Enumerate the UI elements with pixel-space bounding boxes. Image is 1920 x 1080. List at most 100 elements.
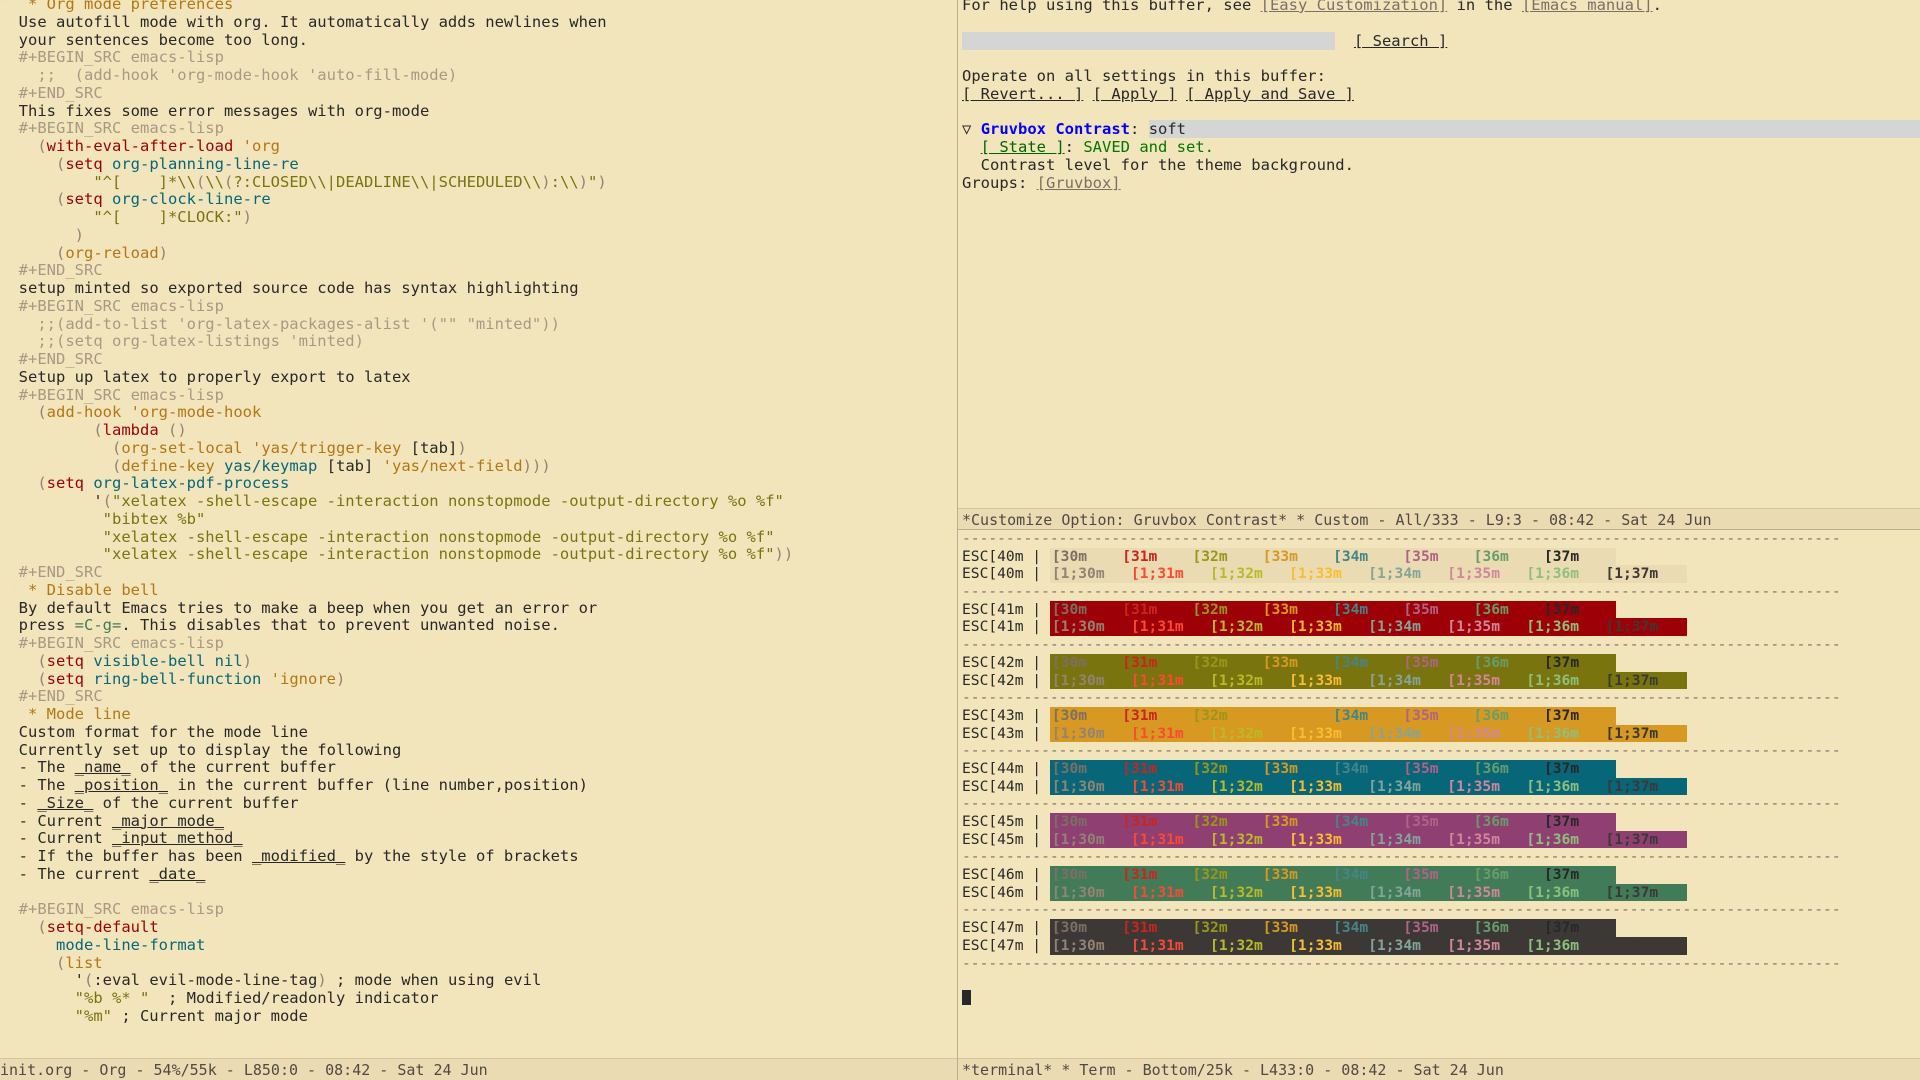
org-line: "^[ ]*\\(\\(?:CLOSED\\|DEADLINE\\|SCHEDU… [93, 172, 607, 191]
terminal-modeline: *terminal* * Term - Bottom/25k - L433:0 … [958, 1058, 1920, 1080]
org-line: (setq ring-bell-function 'ignore) [37, 669, 346, 688]
search-input[interactable] [962, 31, 1336, 50]
ansi-swatch: [1;30m [1;31m [1;32m [1;33m [1;34m [1;35… [1049, 565, 1687, 584]
ansi-row-normal: ESC[41m | [30m [31m [32m [33m [34m [35m … [962, 600, 1617, 619]
ansi-row-bold: ESC[44m | [1;30m [1;31m [1;32m [1;33m [1… [962, 777, 1687, 796]
operate-label: Operate on all settings in this buffer: [962, 67, 1326, 85]
ansi-swatch: [1;30m [1;31m [1;32m [1;33m [1;34m [1;35… [1049, 936, 1687, 955]
org-line: (lambda () [93, 421, 187, 439]
emacs-manual-link[interactable]: [Emacs manual] [1522, 0, 1653, 14]
terminal-buffer-window[interactable]: ----------------------------------------… [958, 530, 1920, 1080]
org-line: "%m" ; Current major mode [74, 1006, 308, 1025]
org-line: #+BEGIN_SRC emacs-lisp [18, 296, 224, 315]
state-button[interactable]: [ State ] [981, 138, 1065, 156]
ansi-row-divider: ----------------------------------------… [962, 954, 1841, 972]
org-line: your sentences become too long. [18, 30, 308, 49]
org-line: - Current _major mode_ [18, 811, 224, 830]
org-line: #+BEGIN_SRC emacs-lisp [18, 634, 224, 652]
customize-buttons-row: [ Revert... ] [ Apply ] [ Apply and Save… [962, 85, 1920, 104]
customize-line [962, 15, 1920, 33]
apply-and-save-button[interactable]: [ Apply and Save ] [1186, 85, 1354, 103]
ansi-row-divider: ----------------------------------------… [962, 795, 1841, 813]
terminal-prompt-line [962, 989, 1920, 1008]
ansi-row-normal: ESC[43m | [30m [31m [32m [33m [34m [35m … [962, 706, 1617, 725]
org-line: (add-hook 'org-mode-hook [37, 403, 262, 422]
org-line: "^[ ]*CLOCK:") [93, 208, 252, 226]
ansi-swatch: [30m [31m [32m [33m [34m [35m [36m [37m [1049, 600, 1617, 619]
org-line: ) [74, 225, 84, 244]
customize-line [962, 50, 1920, 68]
org-line: - The current _date_ [18, 864, 206, 883]
ansi-swatch: [30m [31m [32m [33m [34m [35m [36m [37m [1049, 653, 1617, 672]
org-line: ;;(setq org-latex-listings 'minted) [37, 332, 364, 351]
search-button[interactable]: [ Search ] [1354, 32, 1447, 50]
ansi-row-normal: ESC[40m | [30m [31m [32m [33m [34m [35m … [962, 547, 1617, 566]
org-line: mode-line-format [56, 935, 206, 954]
terminal-cursor [962, 989, 971, 1005]
ansi-row-divider: ----------------------------------------… [962, 742, 1841, 760]
ansi-swatch: [30m [31m [32m [33m [34m [35m [36m [37m [1049, 919, 1617, 937]
org-buffer-text[interactable]: **** Org mode preferences Use autofill m… [0, 0, 958, 1026]
ansi-row-normal: ESC[46m | [30m [31m [32m [33m [34m [35m … [962, 866, 1617, 884]
org-line: (setq org-clock-line-re [56, 190, 271, 209]
ansi-row-divider: ----------------------------------------… [962, 636, 1841, 654]
org-line: "bibtex %b" [102, 509, 206, 528]
org-line [0, 884, 958, 902]
ansi-row-bold: ESC[46m | [1;30m [1;31m [1;32m [1;33m [1… [962, 883, 1687, 902]
ansi-swatch: [30m [31m [32m [33m [34m [35m [36m [37m [1049, 813, 1617, 831]
org-line: #+END_SRC [18, 563, 103, 581]
ansi-row-bold: ESC[47m | [1;30m [1;31m [1;32m [1;33m [1… [962, 936, 1687, 955]
ansi-row-normal: ESC[44m | [30m [31m [32m [33m [34m [35m … [962, 759, 1617, 778]
org-line: #+BEGIN_SRC emacs-lisp [18, 385, 224, 404]
org-line: Setup up latex to properly export to lat… [18, 367, 411, 386]
org-buffer-window[interactable]: **** Org mode preferences Use autofill m… [0, 0, 958, 1080]
org-line: (list [56, 953, 103, 972]
org-line: "xelatex -shell-escape -interaction nons… [102, 527, 775, 546]
org-line: "xelatex -shell-escape -interaction nons… [102, 545, 794, 564]
org-line: #+END_SRC [18, 350, 103, 368]
org-line: '("xelatex -shell-escape -interaction no… [0, 492, 784, 510]
customize-buffer-text[interactable]: For help using this buffer, see [Easy Cu… [962, 0, 1920, 192]
org-line: Use autofill mode with org. It automatic… [18, 12, 607, 31]
option-doc: Contrast level for the theme background. [980, 155, 1354, 174]
org-line: (setq visible-bell nil) [37, 651, 253, 670]
customize-search-row: [ Search ] [962, 31, 1920, 51]
org-line: #+BEGIN_SRC emacs-lisp [18, 119, 224, 138]
ansi-row-normal: ESC[45m | [30m [31m [32m [33m [34m [35m … [962, 813, 1617, 831]
right-window-column: For help using this buffer, see [Easy Cu… [958, 0, 1920, 1080]
org-line: "%b %* " ; Modified/readonly indicator [74, 989, 439, 1007]
org-line: - _Size_ of the current buffer [18, 793, 299, 812]
gruvbox-group-link[interactable]: [Gruvbox] [1037, 174, 1121, 192]
collapse-triangle-icon[interactable]: ▽ [962, 120, 971, 138]
org-line: (org-set-local 'yas/trigger-key [tab]) [111, 438, 467, 457]
customize-state-row: [ State ]: SAVED and set. [980, 138, 1214, 156]
org-line: #+END_SRC [18, 261, 103, 280]
org-line: **** Org mode preferences [0, 0, 234, 13]
ansi-row-divider: ----------------------------------------… [962, 848, 1841, 866]
org-line: (org-reload) [56, 243, 169, 262]
ansi-row-bold: ESC[42m | [1;30m [1;31m [1;32m [1;33m [1… [962, 671, 1687, 690]
ansi-swatch: [1;30m [1;31m [1;32m [1;33m [1;34m [1;35… [1049, 883, 1687, 902]
org-line: - Current _input method_ [18, 829, 243, 848]
ansi-row-divider: ----------------------------------------… [962, 530, 1841, 547]
org-line: (with-eval-after-load 'org [37, 137, 280, 155]
org-line: setup minted so exported source code has… [18, 279, 579, 297]
org-line: Custom format for the mode line [18, 722, 308, 741]
apply-button[interactable]: [ Apply ] [1093, 85, 1177, 103]
ansi-swatch: [30m [31m [32m [33m [34m [35m [36m [37m [1049, 866, 1617, 884]
revert-button[interactable]: [ Revert... ] [962, 85, 1083, 103]
org-line: press =C-g=. This disables that to preve… [18, 616, 560, 635]
ansi-row-bold: ESC[41m | [1;30m [1;31m [1;32m [1;33m [1… [962, 618, 1687, 637]
customize-buffer-window[interactable]: For help using this buffer, see [Easy Cu… [958, 0, 1920, 530]
option-value-field[interactable]: soft [1148, 120, 1920, 139]
org-line: #+BEGIN_SRC emacs-lisp [18, 900, 224, 919]
ansi-row-divider: ----------------------------------------… [962, 689, 1841, 707]
customize-line [962, 104, 1920, 122]
window-horizontal-divider [958, 529, 1920, 530]
easy-customization-link[interactable]: [Easy Customization] [1261, 0, 1448, 14]
ansi-swatch: [30m [31m [32m [33m [34m [35m [36m [37m [1049, 706, 1617, 725]
org-line: - If the buffer has been _modified_ by t… [18, 847, 579, 865]
state-value: SAVED and set. [1083, 138, 1214, 156]
option-name[interactable]: Gruvbox Contrast [981, 120, 1130, 138]
customize-option-row: ▽ Gruvbox Contrast: soft [962, 120, 1920, 139]
